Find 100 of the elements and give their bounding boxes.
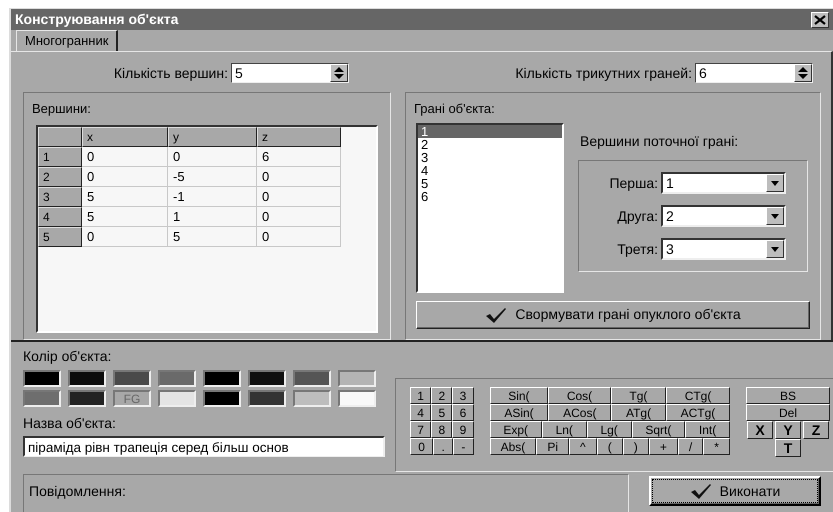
keypad-key[interactable]: ) <box>622 438 649 455</box>
keypad-key[interactable]: - <box>453 438 474 455</box>
vertex-count-spinner[interactable]: 5 <box>231 63 349 83</box>
keypad-key[interactable]: Lg( <box>586 421 632 438</box>
keypad-key[interactable]: 9 <box>452 421 474 438</box>
keypad-key[interactable]: Tg( <box>610 387 666 404</box>
list-item[interactable]: 2 <box>418 138 562 150</box>
color-swatch[interactable] <box>293 390 331 407</box>
keypad-key[interactable]: ( <box>596 438 623 455</box>
table-cell[interactable]: 0 <box>257 226 341 246</box>
keypad-key[interactable]: * <box>703 438 730 455</box>
keypad-key[interactable]: 3 <box>452 387 474 404</box>
keypad-key[interactable]: Pi <box>536 438 570 455</box>
keypad-key[interactable]: Sin( <box>490 387 548 404</box>
dropdown-arrow-icon <box>771 180 779 186</box>
field-label: Кількість вершин: <box>114 64 228 83</box>
table-cell[interactable]: 0 <box>82 146 168 166</box>
window-title: Конструювання об'єкта <box>15 10 178 29</box>
dropdown-arrow-icon <box>771 214 779 218</box>
column-header: y <box>168 126 257 146</box>
keypad-key[interactable]: Z <box>803 421 829 439</box>
color-swatch[interactable] <box>248 390 286 407</box>
field-label: Перша: <box>609 174 658 193</box>
table-cell[interactable]: 1 <box>168 206 257 226</box>
keypad-key[interactable]: X <box>747 421 773 439</box>
table-cell[interactable]: 0 <box>257 166 341 186</box>
color-swatch[interactable] <box>158 370 196 387</box>
table-cell[interactable]: 5 <box>168 226 257 246</box>
vertex-dropdown[interactable]: 3 <box>661 238 786 260</box>
color-swatch[interactable] <box>23 390 61 407</box>
color-swatch[interactable] <box>158 390 196 407</box>
keypad-key[interactable]: Exp( <box>490 421 542 438</box>
vertex-dropdown[interactable]: 1 <box>661 172 786 194</box>
keypad-key[interactable]: CTg( <box>666 387 730 404</box>
keypad-key[interactable]: Ln( <box>542 421 587 438</box>
name-field[interactable]: піраміда рівн трапеція серед більш основ <box>23 436 385 457</box>
execute-button[interactable]: Виконати <box>649 476 821 506</box>
color-swatch[interactable] <box>68 370 106 387</box>
table-cell[interactable]: 0 <box>257 186 341 206</box>
tab[interactable]: Многогранник <box>16 30 118 51</box>
color-swatch[interactable] <box>338 370 376 387</box>
keypad-key[interactable]: Del <box>746 404 830 421</box>
table-cell[interactable]: 0 <box>82 166 168 186</box>
keypad-key[interactable]: 1 <box>410 387 432 404</box>
table-cell[interactable]: 0 <box>168 146 257 166</box>
color-swatch[interactable] <box>248 370 286 387</box>
keypad-key[interactable]: BS <box>746 387 830 404</box>
keypad-key[interactable]: 5 <box>431 404 452 421</box>
close-button[interactable] <box>811 12 829 28</box>
keypad-key[interactable]: Cos( <box>548 387 611 404</box>
keypad-key[interactable]: T <box>775 439 801 457</box>
color-swatch[interactable] <box>113 370 151 387</box>
keypad-key[interactable]: Abs( <box>490 438 536 455</box>
table-cell[interactable]: 0 <box>257 206 341 226</box>
keypad-key[interactable]: 6 <box>452 404 474 421</box>
keypad-key[interactable]: ASin( <box>490 404 548 421</box>
table-cell[interactable]: -5 <box>168 166 257 186</box>
form-faces-button[interactable]: Свормувати грані опуклого об'єкта <box>416 300 810 328</box>
keypad-key[interactable]: 2 <box>431 387 452 404</box>
keypad-key[interactable]: ^ <box>569 438 597 455</box>
field-label: Третя: <box>617 240 658 259</box>
color-swatch[interactable] <box>23 370 61 387</box>
row-header: 1 <box>38 146 82 166</box>
vertex-dropdown[interactable]: 2 <box>661 205 786 227</box>
keypad-key[interactable]: 8 <box>431 421 452 438</box>
keypad-key[interactable]: Sqrt( <box>632 421 686 438</box>
color-swatch[interactable] <box>203 370 241 387</box>
row-header: 4 <box>38 206 82 226</box>
keypad-key[interactable]: ACos( <box>548 404 612 421</box>
keypad-key[interactable]: Y <box>775 421 801 439</box>
face-count-spinner[interactable]: 6 <box>695 63 813 83</box>
keypad-key[interactable]: ATg( <box>611 404 666 421</box>
list-item[interactable]: 1 <box>418 124 562 138</box>
color-swatch[interactable] <box>338 390 376 407</box>
table-cell[interactable]: -1 <box>168 186 257 206</box>
keypad-key[interactable]: + <box>648 438 678 455</box>
row-header: 3 <box>38 186 82 206</box>
color-swatch[interactable] <box>293 370 331 387</box>
spin-arrows-icon <box>334 67 344 79</box>
section-label: Колір об'єкта: <box>23 347 112 366</box>
check-icon <box>690 483 712 499</box>
keypad-key[interactable]: / <box>678 438 704 455</box>
keypad-key[interactable]: ACTg( <box>666 404 730 421</box>
group-title: Вершини поточної грані: <box>580 132 738 148</box>
keypad-key[interactable]: . <box>433 438 454 455</box>
table-cell[interactable]: 6 <box>257 146 341 166</box>
keypad-key[interactable]: 4 <box>410 404 432 421</box>
keypad-key[interactable]: 7 <box>410 421 432 438</box>
field-label: Друга: <box>617 206 658 226</box>
table-cell[interactable]: 0 <box>82 226 168 246</box>
keypad-key[interactable]: 0 <box>410 438 434 455</box>
corner-header <box>38 126 82 146</box>
color-swatch[interactable] <box>203 390 241 407</box>
table-cell[interactable]: 5 <box>82 206 168 226</box>
message-label: Повідомлення: <box>29 483 126 499</box>
field-label: Назва об'єкта: <box>23 414 117 433</box>
color-swatch[interactable] <box>68 390 106 407</box>
keypad-key[interactable]: Int( <box>685 421 730 438</box>
group-title: Грані об'єкта: <box>413 100 495 118</box>
table-cell[interactable]: 5 <box>82 186 168 206</box>
